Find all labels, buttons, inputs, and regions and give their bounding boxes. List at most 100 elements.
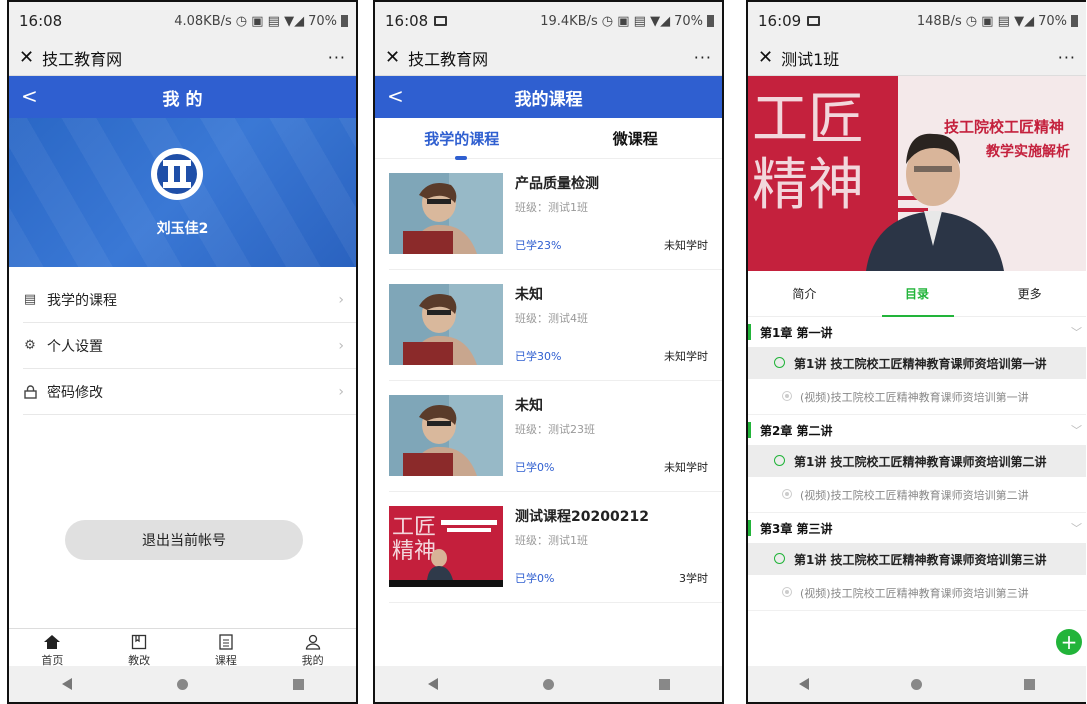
course-progress: 已学0% (515, 572, 555, 585)
tab-intro[interactable]: 简介 (748, 285, 861, 302)
course-class: 班级：测试1班 (515, 201, 588, 214)
profile-banner: 刘玉佳2 (9, 118, 356, 267)
video-player[interactable]: 工匠 精神 技工院校工匠精神 教学实施解析 (748, 76, 1086, 271)
chevron-down-icon: ﹀ (1071, 522, 1082, 535)
phone-my-courses-screen: 16:08 19.4KB/s ◷ ▣ ▤ ▼◢ 70% ✕ 技工教育网 ··· … (373, 0, 724, 704)
phone-course-detail-screen: 16:09 148B/s ◷ ▣ ▤ ▼◢ 70% ✕ 测试1班 ··· 工匠 … (746, 0, 1086, 704)
tab-home[interactable]: 首页 (22, 629, 82, 670)
chevron-right-icon: › (338, 291, 344, 308)
more-menu-button[interactable]: ··· (328, 48, 346, 67)
chapter-title: 第3章 第三讲 (760, 521, 833, 536)
tab-mine[interactable]: 我的 (283, 629, 343, 670)
status-time: 16:08 (385, 12, 429, 30)
chapter-title: 第2章 第二讲 (760, 423, 833, 438)
avatar-logo[interactable] (151, 148, 203, 200)
logout-button[interactable]: 退出当前帐号 (65, 520, 303, 560)
course-list-item[interactable]: 未知 班级：测试4班 已学30% 未知学时 (389, 270, 722, 381)
close-icon[interactable]: ✕ (758, 47, 773, 68)
image-notification-icon (807, 16, 821, 26)
close-icon[interactable]: ✕ (385, 47, 400, 68)
browser-titlebar: ✕ 技工教育网 ··· (9, 40, 356, 76)
status-time: 16:09 (758, 12, 802, 30)
close-icon[interactable]: ✕ (19, 47, 34, 68)
home-icon (43, 632, 61, 652)
tab-micro-courses[interactable]: 微课程 (549, 128, 723, 149)
browser-titlebar: ✕ 测试1班 ··· (748, 40, 1086, 76)
course-title: 产品质量检测 (515, 176, 599, 192)
nav-back-icon[interactable] (61, 678, 72, 690)
status-bar: 16:08 4.08KB/s ◷ ▣ ▤ ▼◢ 70% (9, 2, 356, 40)
video-item-title: (视频)技工院校工匠精神教育课师资培训第一讲 (800, 390, 1029, 404)
svg-text:精神: 精神 (392, 539, 436, 564)
back-icon[interactable]: < (21, 84, 38, 108)
nav-recent-icon[interactable] (292, 678, 304, 690)
chapter-header[interactable]: 第2章 第二讲 ﹀ (748, 415, 1086, 445)
chevron-down-icon: ﹀ (1071, 424, 1082, 437)
video-item-icon (782, 391, 792, 401)
tab-reform[interactable]: 教改 (109, 629, 169, 670)
tab-courses[interactable]: 课程 (196, 629, 256, 670)
chapter-header[interactable]: 第1章 第一讲 ﹀ (748, 317, 1086, 347)
nav-recent-icon[interactable] (658, 678, 670, 690)
menu-item-my-courses[interactable]: ▤ 我学的课程 › (23, 277, 356, 323)
back-icon[interactable]: < (387, 84, 404, 108)
network-speed: 19.4KB/s (540, 13, 598, 29)
course-list-item[interactable]: 产品质量检测 班级：测试1班 已学23% 未知学时 (389, 159, 722, 270)
browser-titlebar: ✕ 技工教育网 ··· (375, 40, 722, 76)
battery-icon (1071, 15, 1078, 27)
chapter-title: 第1章 第一讲 (760, 325, 833, 340)
document-icon (219, 632, 233, 652)
gear-icon: ⚙ (24, 338, 36, 353)
tab-catalog[interactable]: 目录 (861, 285, 974, 302)
menu-item-password[interactable]: 密码修改 › (23, 369, 356, 415)
course-list-item[interactable]: 未知 班级：测试23班 已学0% 未知学时 (389, 381, 722, 492)
video-item[interactable]: (视频)技工院校工匠精神教育课师资培训第二讲 (748, 477, 1086, 513)
course-class: 班级：测试4班 (515, 312, 588, 325)
course-thumbnail (389, 395, 503, 476)
lesson-status-icon (774, 357, 785, 368)
nav-recent-icon[interactable] (1024, 678, 1035, 690)
status-time: 16:08 (19, 12, 63, 30)
battery-percent: 70% (1038, 13, 1067, 29)
window-title: 测试1班 (781, 49, 840, 69)
nav-back-icon[interactable] (799, 678, 809, 690)
menu-item-label: 个人设置 (47, 338, 103, 355)
lesson-item[interactable]: 第1讲 技工院校工匠精神教育课师资培训第一讲 (748, 347, 1086, 379)
course-hours: 未知学时 (664, 461, 708, 474)
course-list-item[interactable]: 工匠 精神 测试课程20200212 班级：测试1班 已学0% 3学时 (389, 492, 722, 603)
lesson-title: 第1讲 技工院校工匠精神教育课师资培训第二讲 (794, 454, 1047, 469)
profile-menu: ▤ 我学的课程 › ⚙ 个人设置 › 密码修改 › (9, 277, 356, 415)
course-class: 班级：测试23班 (515, 423, 595, 436)
nav-home-icon[interactable] (911, 678, 922, 690)
lesson-item[interactable]: 第1讲 技工院校工匠精神教育课师资培训第三讲 (748, 543, 1086, 575)
signal-icon: ◷ ▣ ▤ ▼◢ (965, 13, 1035, 29)
nav-back-icon[interactable] (427, 678, 438, 690)
chevron-right-icon: › (338, 337, 344, 354)
video-big-text-1: 工匠 (752, 87, 864, 152)
video-item[interactable]: (视频)技工院校工匠精神教育课师资培训第三讲 (748, 575, 1086, 611)
course-title: 测试课程20200212 (515, 509, 649, 525)
course-title: 未知 (515, 398, 543, 414)
add-float-button[interactable]: + (1056, 629, 1082, 655)
status-bar: 16:09 148B/s ◷ ▣ ▤ ▼◢ 70% (748, 2, 1086, 40)
chapter-header[interactable]: 第3章 第三讲 ﹀ (748, 513, 1086, 543)
course-class: 班级：测试1班 (515, 534, 588, 547)
lesson-title: 第1讲 技工院校工匠精神教育课师资培训第一讲 (794, 356, 1047, 371)
more-menu-button[interactable]: ··· (1058, 48, 1076, 67)
video-item-title: (视频)技工院校工匠精神教育课师资培训第二讲 (800, 488, 1029, 502)
menu-item-label: 密码修改 (47, 384, 103, 401)
nav-home-icon[interactable] (542, 678, 554, 690)
signal-icon: ◷ ▣ ▤ ▼◢ (601, 13, 671, 29)
tab-my-courses[interactable]: 我学的课程 (375, 128, 549, 149)
more-menu-button[interactable]: ··· (694, 48, 712, 67)
tab-more[interactable]: 更多 (973, 285, 1086, 302)
battery-percent: 70% (308, 13, 337, 29)
chevron-down-icon: ﹀ (1071, 326, 1082, 339)
menu-item-settings[interactable]: ⚙ 个人设置 › (23, 323, 356, 369)
nav-home-icon[interactable] (176, 678, 188, 690)
course-hours: 未知学时 (664, 239, 708, 252)
menu-item-label: 我学的课程 (47, 292, 117, 309)
course-progress: 已学0% (515, 461, 555, 474)
video-item[interactable]: (视频)技工院校工匠精神教育课师资培训第一讲 (748, 379, 1086, 415)
lesson-item[interactable]: 第1讲 技工院校工匠精神教育课师资培训第二讲 (748, 445, 1086, 477)
